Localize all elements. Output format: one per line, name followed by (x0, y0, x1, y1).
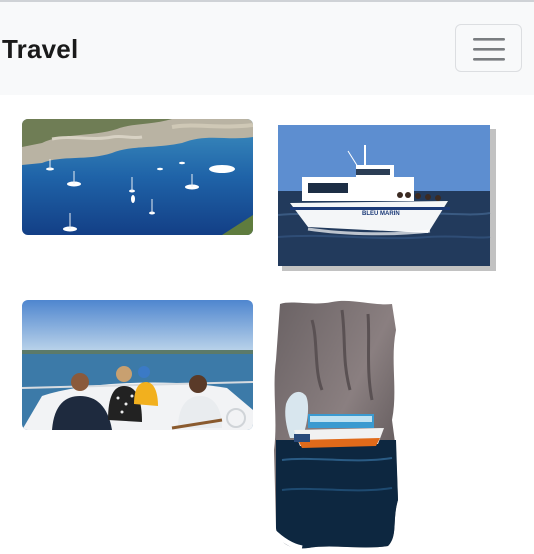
hamburger-menu-icon (473, 38, 505, 61)
gallery-image-bay-yachts[interactable] (22, 119, 253, 235)
gallery-image-bleu-marin-boat[interactable]: BLEU MARIN (278, 125, 496, 271)
gallery-image-rock-arch-boat[interactable] (272, 300, 400, 550)
navbar-brand[interactable]: Travel (2, 34, 78, 65)
svg-text:BLEU MARIN: BLEU MARIN (362, 211, 400, 217)
navbar: Travel (0, 2, 534, 95)
gallery-image-boat-passengers[interactable] (22, 300, 253, 430)
navbar-toggler-button[interactable] (455, 24, 522, 72)
